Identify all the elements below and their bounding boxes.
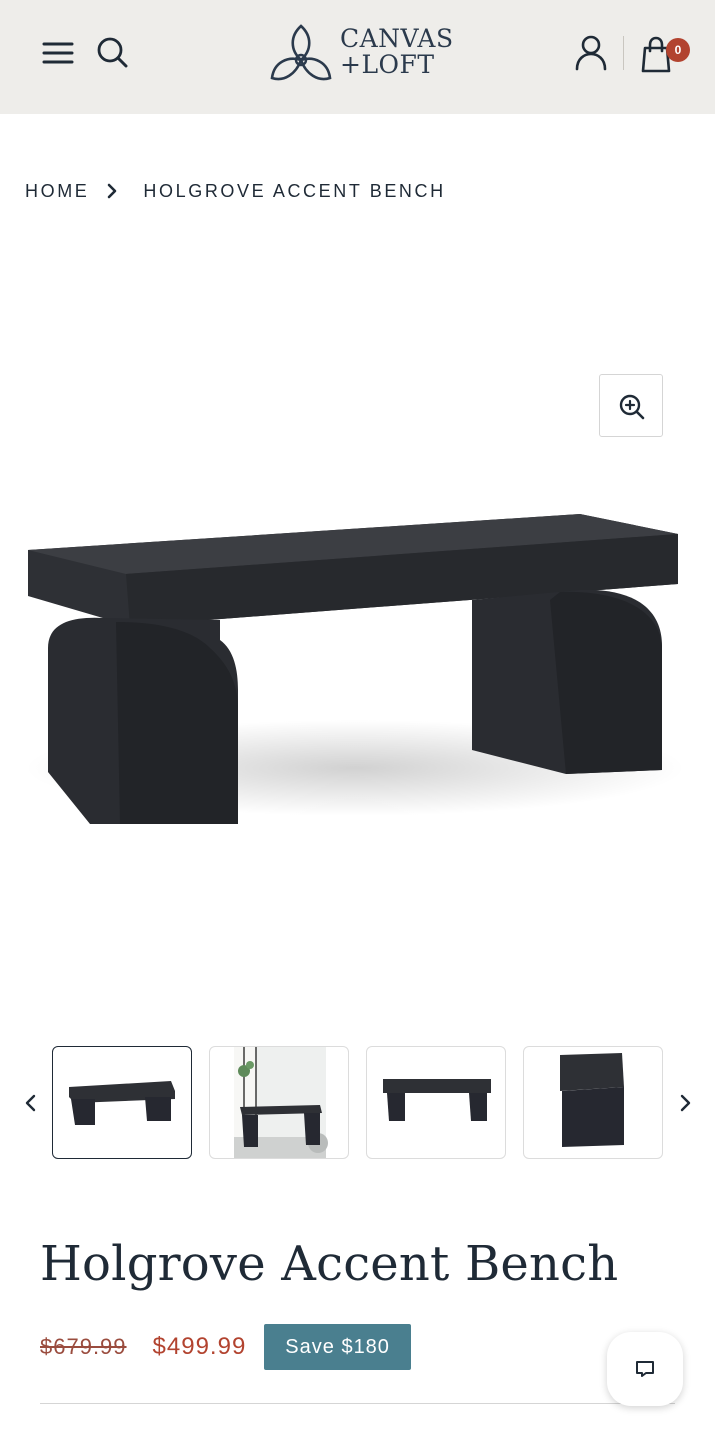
brand-line-1: CANVAS xyxy=(340,24,454,53)
breadcrumb: HOME HOLGROVE ACCENT BENCH xyxy=(25,178,446,204)
chevron-right-icon[interactable] xyxy=(672,1090,698,1116)
brand-logo[interactable]: CANVAS +LOFT xyxy=(266,22,466,86)
product-title: Holgrove Accent Bench xyxy=(40,1236,619,1292)
account-icon[interactable] xyxy=(572,34,610,72)
thumbnail-3[interactable] xyxy=(366,1046,506,1159)
save-badge: Save $180 xyxy=(264,1324,411,1370)
logo-emblem-icon xyxy=(270,24,332,81)
chevron-left-icon[interactable] xyxy=(18,1090,44,1116)
thumbnail-image xyxy=(560,1053,624,1147)
thumbnail-4[interactable] xyxy=(523,1046,663,1159)
thumbnail-image xyxy=(234,1047,328,1158)
thumbnail-image xyxy=(69,1081,175,1125)
zoom-button[interactable] xyxy=(599,374,663,437)
chat-button[interactable] xyxy=(607,1332,683,1406)
header-divider xyxy=(623,36,624,70)
breadcrumb-home-link[interactable]: HOME xyxy=(25,181,89,202)
thumbnail-image xyxy=(383,1079,491,1121)
brand-wordmark: CANVAS +LOFT xyxy=(340,26,454,78)
menu-icon[interactable] xyxy=(40,36,76,70)
zoom-in-icon xyxy=(619,394,645,420)
brand-line-2: +LOFT xyxy=(340,50,435,79)
breadcrumb-current: HOLGROVE ACCENT BENCH xyxy=(143,180,446,201)
thumbnail-2[interactable] xyxy=(209,1046,349,1159)
section-divider xyxy=(40,1403,675,1404)
thumbnail-1[interactable] xyxy=(52,1046,192,1159)
product-main-image[interactable] xyxy=(20,500,690,840)
sale-price: $499.99 xyxy=(152,1333,247,1360)
price-row: $679.99 $499.99 Save $180 xyxy=(40,1324,411,1370)
chat-icon xyxy=(636,1361,654,1377)
site-header: CANVAS +LOFT 0 xyxy=(0,0,715,114)
compare-at-price: $679.99 xyxy=(40,1334,127,1359)
search-icon[interactable] xyxy=(94,34,130,70)
cart-count-badge: 0 xyxy=(666,38,690,62)
chevron-right-icon xyxy=(108,183,117,199)
